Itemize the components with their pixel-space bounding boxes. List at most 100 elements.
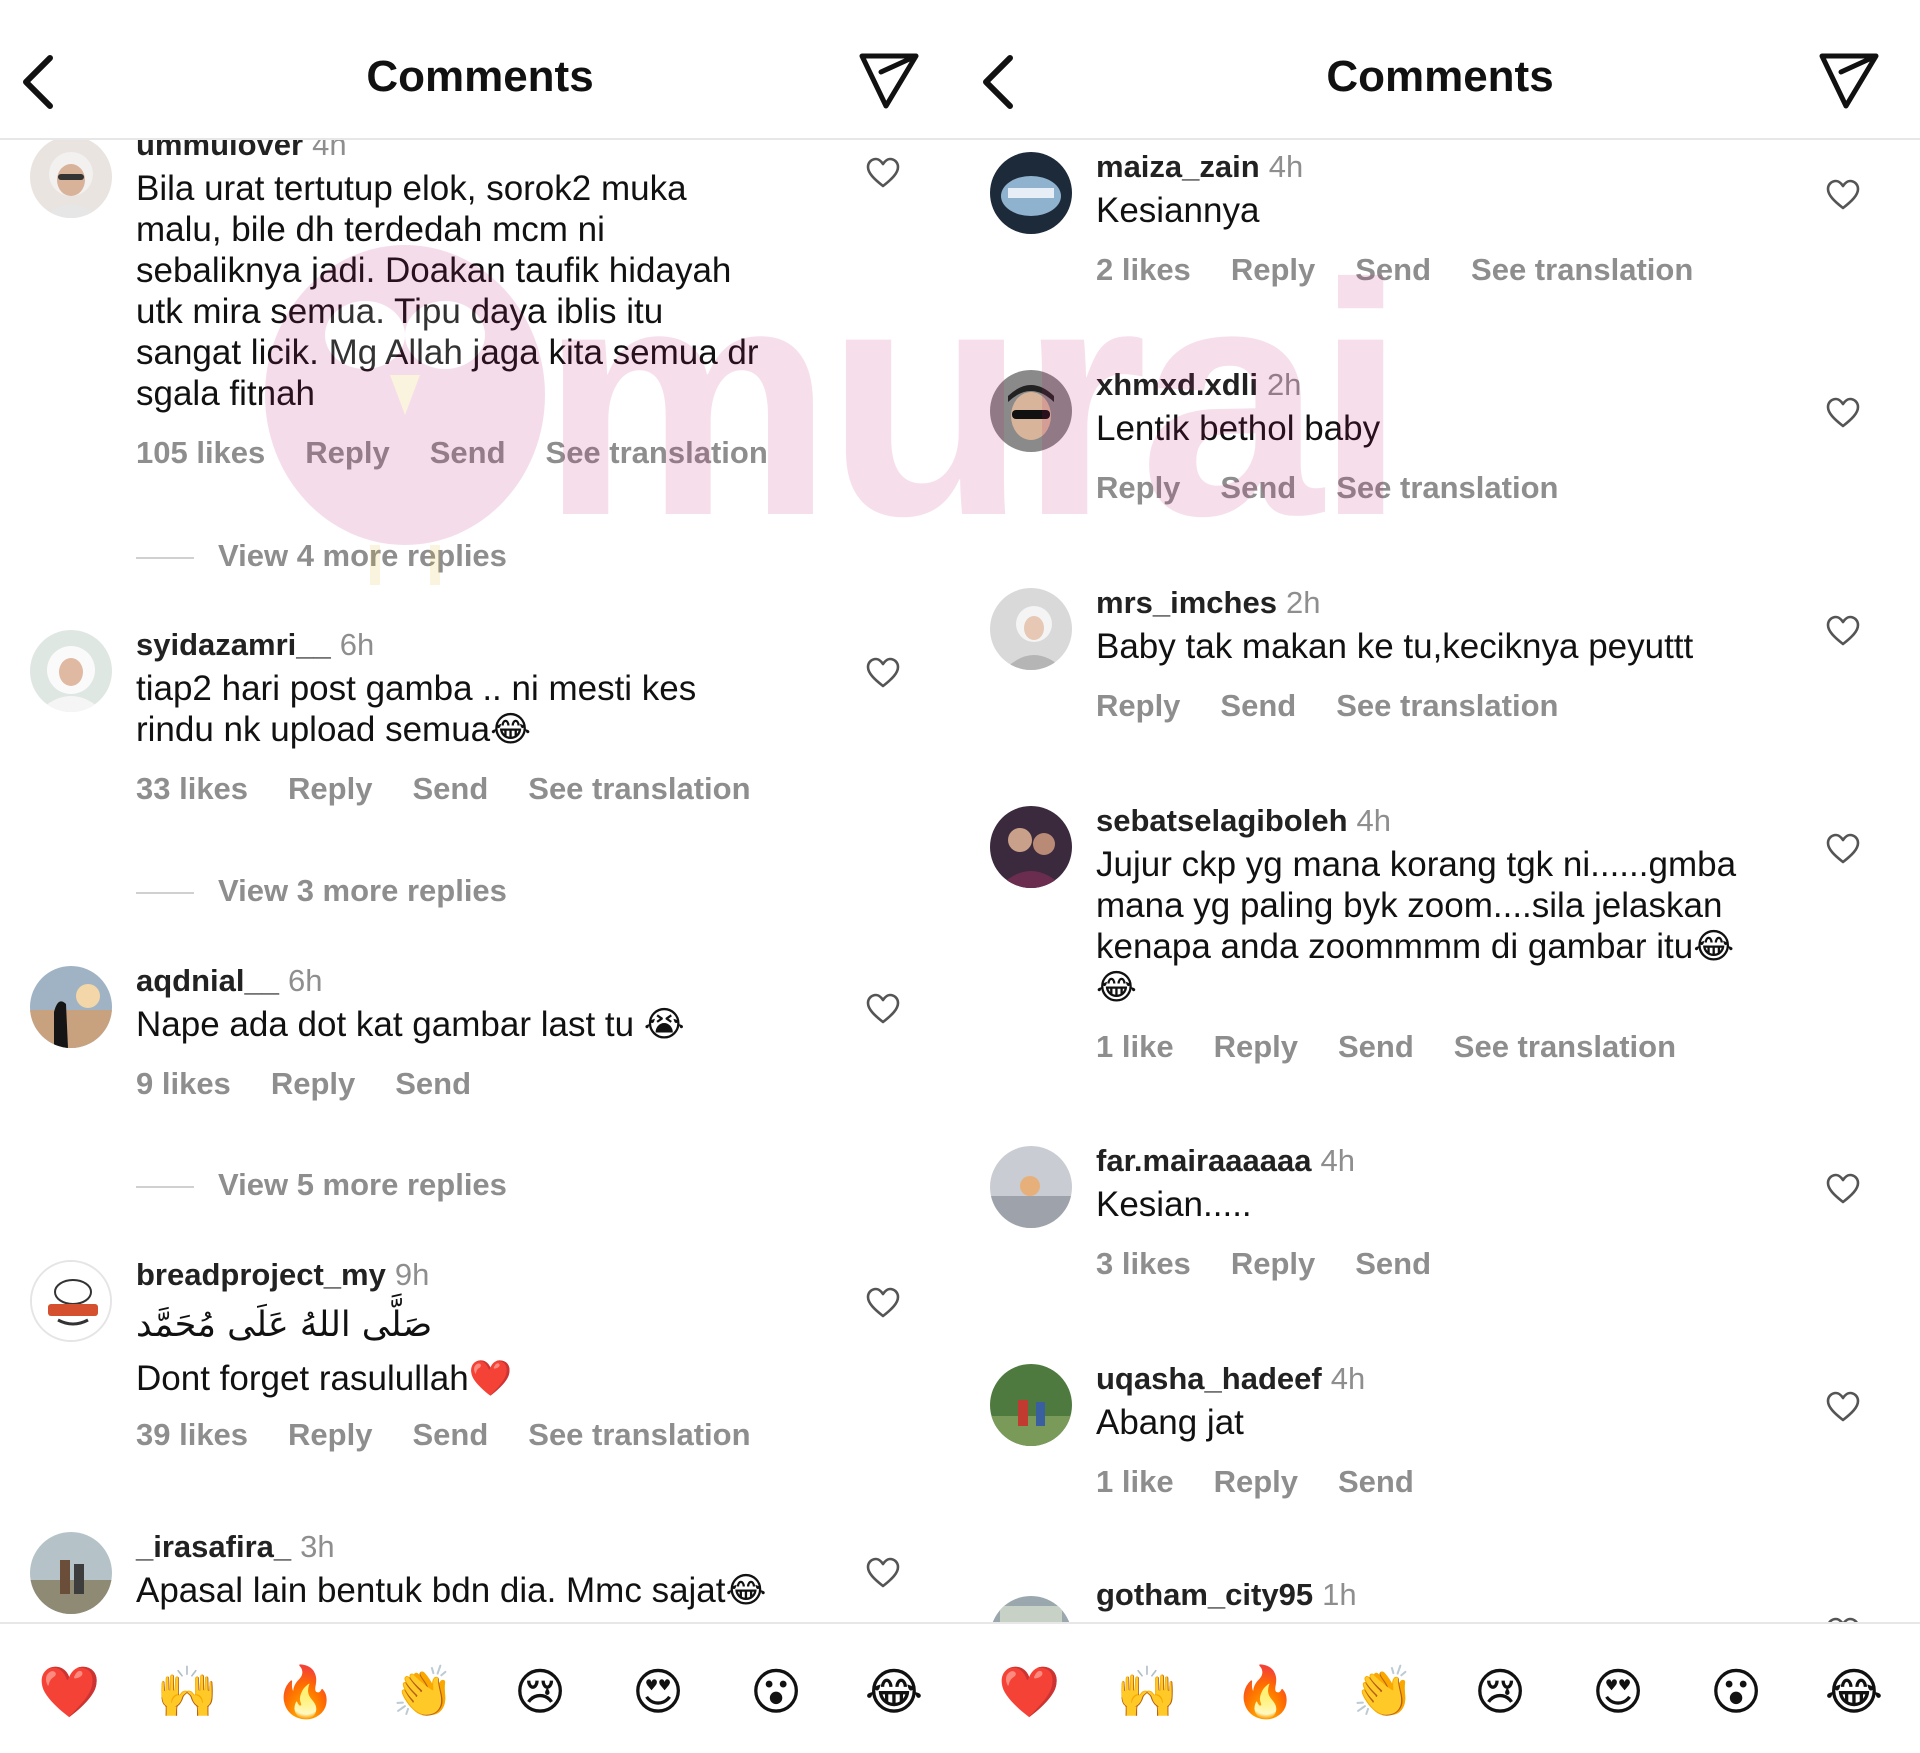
reply-button[interactable]: Reply <box>1214 1464 1298 1499</box>
likes-count[interactable]: 33 likes <box>136 771 248 806</box>
send-button[interactable]: Send <box>1338 1464 1414 1499</box>
send-button[interactable]: Send <box>1338 1029 1414 1064</box>
heart-icon[interactable] <box>866 1556 900 1590</box>
timestamp: 2h <box>1285 585 1321 620</box>
share-icon[interactable] <box>858 50 920 110</box>
likes-count[interactable]: 1 like <box>1096 1464 1174 1499</box>
avatar[interactable] <box>990 370 1072 452</box>
send-button[interactable]: Send <box>430 435 506 470</box>
view-more-replies[interactable]: View 5 more replies <box>136 1166 507 1204</box>
heart-icon[interactable] <box>1826 396 1860 430</box>
raising-hands-emoji[interactable]: 🙌 <box>156 1662 218 1722</box>
page-title: Comments <box>1326 52 1554 101</box>
raising-hands-emoji[interactable]: 🙌 <box>1116 1662 1178 1722</box>
avatar[interactable] <box>990 1146 1072 1228</box>
reply-button[interactable]: Reply <box>288 1417 372 1452</box>
fire-emoji[interactable]: 🔥 <box>274 1662 336 1722</box>
timestamp: 3h <box>300 1529 335 1564</box>
avatar[interactable] <box>990 152 1072 234</box>
heart-icon[interactable] <box>1826 1390 1860 1424</box>
crying-emoji[interactable]: 😢 <box>1470 1662 1530 1722</box>
heart-eyes-emoji[interactable]: 😍 <box>1588 1662 1648 1722</box>
send-button[interactable]: Send <box>395 1066 471 1101</box>
see-translation-button[interactable]: See translation <box>528 771 750 806</box>
avatar[interactable] <box>990 1596 1072 1622</box>
comment-text: Abang jat <box>1096 1403 1244 1442</box>
reply-button[interactable]: Reply <box>305 435 389 470</box>
heart-icon[interactable] <box>1826 832 1860 866</box>
send-button[interactable]: Send <box>412 1417 488 1452</box>
username[interactable]: maiza_zain <box>1096 149 1260 184</box>
comment-text: Kesiannya <box>1096 191 1260 230</box>
username[interactable]: xhmxd.xdli <box>1096 367 1258 402</box>
crying-emoji[interactable]: 😢 <box>510 1662 570 1722</box>
see-translation-button[interactable]: See translation <box>1471 252 1693 287</box>
see-translation-button[interactable]: See translation <box>528 1417 750 1452</box>
reply-button[interactable]: Reply <box>1231 252 1315 287</box>
likes-count[interactable]: 9 likes <box>136 1066 231 1101</box>
heart-icon[interactable] <box>1826 1172 1860 1206</box>
avatar[interactable] <box>30 1260 112 1342</box>
username[interactable]: sebatselagiboleh <box>1096 803 1348 838</box>
view-more-replies[interactable]: View 4 more replies <box>136 537 507 575</box>
username[interactable]: mrs_imches <box>1096 585 1277 620</box>
share-icon[interactable] <box>1818 50 1880 110</box>
likes-count[interactable]: 39 likes <box>136 1417 248 1452</box>
see-translation-button[interactable]: See translation <box>1454 1029 1676 1064</box>
fire-emoji[interactable]: 🔥 <box>1234 1662 1296 1722</box>
send-button[interactable]: Send <box>1220 688 1296 723</box>
avatar[interactable] <box>30 966 112 1048</box>
likes-count[interactable]: 105 likes <box>136 435 265 470</box>
avatar[interactable] <box>990 1364 1072 1446</box>
send-button[interactable]: Send <box>1355 252 1431 287</box>
surprised-emoji[interactable]: 😮 <box>746 1662 806 1722</box>
avatar[interactable] <box>990 806 1072 888</box>
page-title: Comments <box>366 52 594 101</box>
likes-count[interactable]: 3 likes <box>1096 1246 1191 1281</box>
see-translation-button[interactable]: See translation <box>1336 688 1558 723</box>
reply-button[interactable]: Reply <box>288 771 372 806</box>
avatar[interactable] <box>30 140 112 218</box>
heart-eyes-emoji[interactable]: 😍 <box>628 1662 688 1722</box>
heart-emoji[interactable]: ❤️ <box>998 1662 1060 1722</box>
divider <box>136 891 194 894</box>
username[interactable]: ummulover <box>136 140 303 162</box>
heart-emoji[interactable]: ❤️ <box>38 1662 100 1722</box>
avatar[interactable] <box>990 588 1072 670</box>
reply-button[interactable]: Reply <box>1214 1029 1298 1064</box>
reply-button[interactable]: Reply <box>1096 688 1180 723</box>
heart-icon[interactable] <box>866 656 900 690</box>
username[interactable]: far.mairaaaaaa <box>1096 1143 1311 1178</box>
surprised-emoji[interactable]: 😮 <box>1706 1662 1766 1722</box>
username[interactable]: syidazamri__ <box>136 627 331 662</box>
username[interactable]: gotham_city95 <box>1096 1577 1313 1612</box>
username[interactable]: uqasha_hadeef <box>1096 1361 1322 1396</box>
likes-count[interactable]: 1 like <box>1096 1029 1174 1064</box>
heart-icon[interactable] <box>866 992 900 1026</box>
send-button[interactable]: Send <box>1220 470 1296 505</box>
avatar[interactable] <box>30 630 112 712</box>
clapping-emoji[interactable]: 👏 <box>392 1662 454 1722</box>
avatar[interactable] <box>30 1532 112 1614</box>
heart-icon[interactable] <box>1826 178 1860 212</box>
heart-icon[interactable] <box>866 156 900 190</box>
likes-count[interactable]: 2 likes <box>1096 252 1191 287</box>
clapping-emoji[interactable]: 👏 <box>1352 1662 1414 1722</box>
laughing-emoji[interactable]: 😂 <box>1824 1662 1884 1722</box>
see-translation-button[interactable]: See translation <box>1336 470 1558 505</box>
send-button[interactable]: Send <box>412 771 488 806</box>
reply-button[interactable]: Reply <box>271 1066 355 1101</box>
send-button[interactable]: Send <box>1355 1246 1431 1281</box>
comment-text: صَلَّى اللهُ عَلَى مُحَمَّد Dont forget … <box>136 1305 513 1398</box>
heart-icon[interactable] <box>866 1286 900 1320</box>
reply-button[interactable]: Reply <box>1096 470 1180 505</box>
laughing-emoji[interactable]: 😂 <box>864 1662 924 1722</box>
reply-button[interactable]: Reply <box>1231 1246 1315 1281</box>
comment-text: Kesian..... <box>1096 1185 1252 1224</box>
view-more-replies[interactable]: View 3 more replies <box>136 872 507 910</box>
username[interactable]: aqdnial__ <box>136 963 279 998</box>
heart-icon[interactable] <box>1826 614 1860 648</box>
username[interactable]: _irasafira_ <box>136 1529 291 1564</box>
username[interactable]: breadproject_my <box>136 1257 386 1292</box>
see-translation-button[interactable]: See translation <box>546 435 768 470</box>
